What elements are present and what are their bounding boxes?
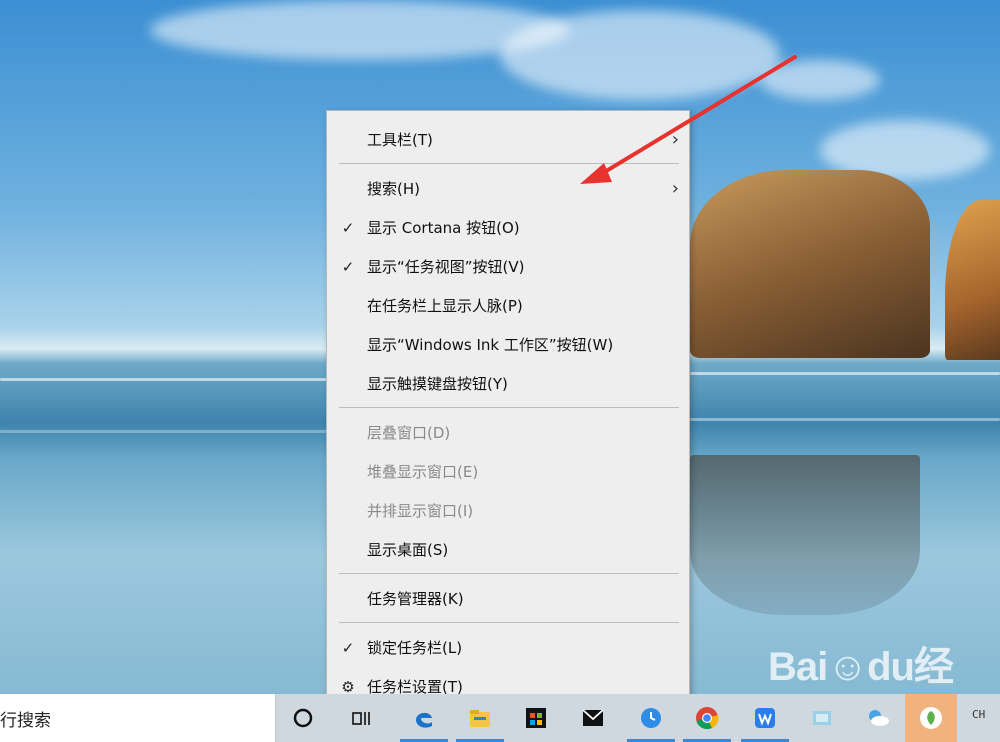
taskbar-context-menu: 工具栏(T) › 搜索(H) › ✓ 显示 Cortana 按钮(O) ✓ 显示… — [326, 110, 690, 714]
menu-item-label: 工具栏(T) — [367, 131, 433, 149]
menu-item-show-people[interactable]: 在任务栏上显示人脉(P) — [327, 289, 689, 323]
cortana-icon[interactable] — [287, 702, 319, 734]
task-view-icon[interactable] — [345, 702, 377, 734]
app-icon[interactable] — [635, 702, 667, 734]
menu-separator — [339, 163, 679, 164]
menu-item-label: 层叠窗口(D) — [367, 424, 451, 442]
edge-icon[interactable] — [408, 702, 440, 734]
store-icon[interactable] — [520, 702, 552, 734]
menu-item-label: 锁定任务栏(L) — [367, 639, 463, 657]
menu-item-show-touch-keyboard[interactable]: 显示触摸键盘按钮(Y) — [327, 367, 689, 401]
menu-item-label: 显示 Cortana 按钮(O) — [367, 219, 520, 237]
wallpaper-wave — [690, 372, 1000, 375]
checkmark-icon: ✓ — [341, 258, 355, 276]
menu-item-cascade-windows[interactable]: 层叠窗口(D) — [327, 416, 689, 450]
menu-item-label: 并排显示窗口(I) — [367, 502, 474, 520]
submenu-arrow-icon: › — [671, 178, 679, 199]
weather-icon[interactable] — [862, 702, 894, 734]
menu-item-label: 显示触摸键盘按钮(Y) — [367, 375, 508, 393]
taskbar-search-box[interactable]: 行搜索 — [0, 694, 276, 742]
menu-separator — [339, 407, 679, 408]
menu-item-label: 堆叠显示窗口(E) — [367, 463, 479, 481]
search-text: 行搜索 — [0, 711, 51, 731]
wallpaper-rock — [945, 200, 1000, 360]
active-app-button[interactable] — [905, 694, 957, 742]
wallpaper-wave — [690, 418, 1000, 421]
language-indicator[interactable]: CH — [972, 708, 985, 721]
wallpaper-cloud — [500, 10, 780, 100]
menu-item-search[interactable]: 搜索(H) › — [327, 172, 689, 206]
checkmark-icon: ✓ — [341, 639, 355, 657]
menu-item-show-desktop[interactable]: 显示桌面(S) — [327, 533, 689, 567]
menu-separator — [339, 573, 679, 574]
menu-item-stack-windows[interactable]: 堆叠显示窗口(E) — [327, 455, 689, 489]
menu-item-show-cortana[interactable]: ✓ 显示 Cortana 按钮(O) — [327, 211, 689, 245]
file-explorer-icon[interactable] — [464, 702, 496, 734]
menu-item-task-manager[interactable]: 任务管理器(K) — [327, 582, 689, 616]
checkmark-icon: ✓ — [341, 219, 355, 237]
mail-icon[interactable] — [577, 702, 609, 734]
submenu-arrow-icon: › — [671, 129, 679, 150]
active-app-icon — [915, 702, 947, 734]
menu-item-side-by-side-windows[interactable]: 并排显示窗口(I) — [327, 494, 689, 528]
menu-separator — [339, 622, 679, 623]
menu-item-lock-taskbar[interactable]: ✓ 锁定任务栏(L) — [327, 631, 689, 665]
wallpaper-reflection — [690, 455, 920, 615]
menu-item-label: 显示桌面(S) — [367, 541, 449, 559]
desktop: 工具栏(T) › 搜索(H) › ✓ 显示 Cortana 按钮(O) ✓ 显示… — [0, 0, 1000, 742]
taskbar: 行搜索 CH — [0, 694, 1000, 742]
wps-icon[interactable] — [749, 702, 781, 734]
app-icon[interactable] — [806, 702, 838, 734]
wallpaper-rock — [690, 170, 930, 358]
menu-item-label: 任务管理器(K) — [367, 590, 464, 608]
menu-item-show-task-view[interactable]: ✓ 显示“任务视图”按钮(V) — [327, 250, 689, 284]
menu-item-label: 显示“任务视图”按钮(V) — [367, 258, 525, 276]
chrome-icon[interactable] — [691, 702, 723, 734]
menu-item-label: 在任务栏上显示人脉(P) — [367, 297, 523, 315]
menu-item-label: 搜索(H) — [367, 180, 420, 198]
menu-item-toolbars[interactable]: 工具栏(T) › — [327, 123, 689, 157]
wallpaper-cloud — [760, 60, 880, 100]
wallpaper-wave — [0, 378, 330, 381]
wallpaper-wave — [0, 430, 330, 433]
menu-item-label: 显示“Windows Ink 工作区”按钮(W) — [367, 336, 614, 354]
menu-item-show-windows-ink[interactable]: 显示“Windows Ink 工作区”按钮(W) — [327, 328, 689, 362]
